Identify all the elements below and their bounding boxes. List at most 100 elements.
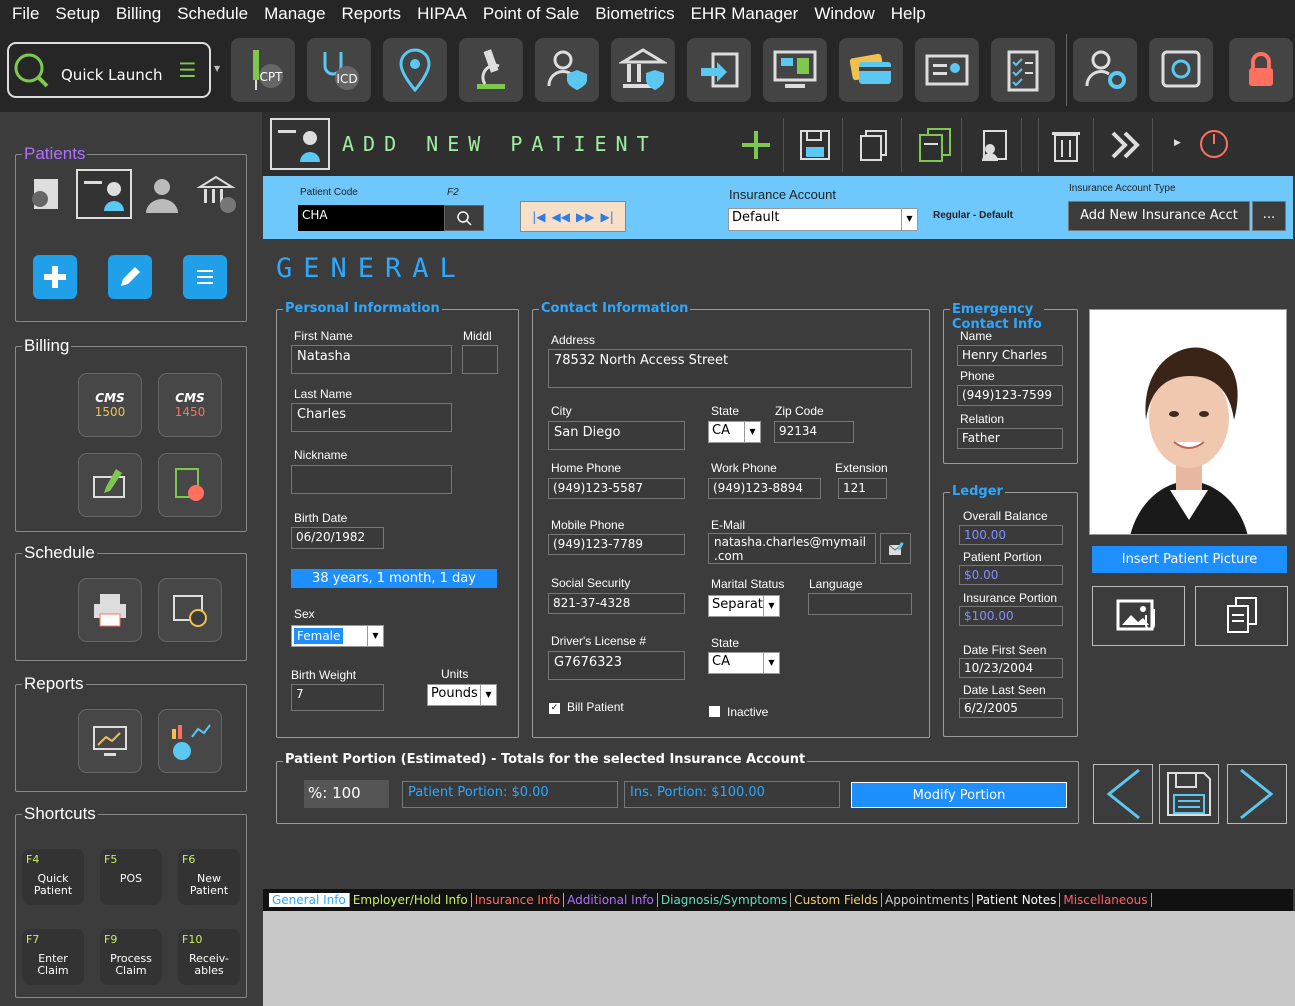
user-security-button[interactable] [535, 38, 599, 102]
city-input[interactable]: San Diego [548, 421, 685, 450]
quick-launch-dropdown-icon[interactable]: ▼ [214, 64, 220, 73]
emergency-name-input[interactable]: Henry Charles [957, 345, 1063, 366]
patient-search-button[interactable] [444, 205, 484, 231]
save-button[interactable] [787, 118, 843, 172]
inactive-checkbox[interactable] [709, 706, 720, 717]
user-settings-button[interactable] [1073, 38, 1137, 102]
menu-file[interactable]: File [8, 4, 43, 24]
patient-list-button[interactable] [183, 255, 227, 299]
tab-insurance-info[interactable]: Insurance Info [472, 893, 565, 907]
shortcut-process-claim[interactable]: F9 Process Claim [100, 929, 162, 985]
marital-status-select[interactable]: Separat ▼ [708, 595, 780, 617]
doctor-icon[interactable] [142, 175, 182, 219]
duplicate-button[interactable] [906, 118, 962, 172]
tab-custom-fields[interactable]: Custom Fields [791, 893, 883, 907]
birth-date-input[interactable]: 06/20/1982 [291, 527, 384, 549]
last-name-input[interactable]: Charles [291, 403, 452, 432]
home-phone-input[interactable]: (949)123-5587 [548, 478, 685, 499]
tab-employer-hold-info[interactable]: Employer/Hold Info [350, 893, 472, 907]
copy-picture-button[interactable] [1195, 586, 1288, 646]
state-select[interactable]: CA ▼ [708, 421, 761, 443]
bill-patient-checkbox[interactable]: ✓ [549, 703, 560, 714]
menu-ehr-manager[interactable]: EHR Manager [687, 4, 803, 24]
credit-cards-button[interactable] [839, 38, 903, 102]
relation-input[interactable]: Father [957, 428, 1063, 449]
email-input[interactable]: natasha.charles@mymail .com [708, 533, 876, 564]
social-security-input[interactable]: 821-37-4328 [548, 593, 685, 614]
icd-button[interactable]: ICD [307, 38, 371, 102]
more-options-button[interactable]: ... [1252, 201, 1286, 231]
tab-additional-info[interactable]: Additional Info [564, 893, 658, 907]
insert-picture-button[interactable]: Insert Patient Picture [1092, 546, 1287, 573]
lab-button[interactable] [459, 38, 523, 102]
tab-patient-notes[interactable]: Patient Notes [973, 893, 1061, 907]
menu-biometrics[interactable]: Biometrics [591, 4, 678, 24]
previous-button[interactable] [1093, 764, 1153, 824]
shortcut-new-patient[interactable]: F6 New Patient [178, 849, 240, 905]
language-input[interactable] [808, 593, 912, 615]
zip-input[interactable]: 92134 [774, 421, 854, 443]
previous-record-icon[interactable]: ◀◀ [552, 210, 570, 224]
power-button[interactable] [1196, 126, 1232, 166]
appointment-button[interactable] [158, 578, 222, 642]
menu-help[interactable]: Help [887, 4, 930, 24]
modify-portion-button[interactable]: Modify Portion [851, 782, 1067, 808]
shortcut-pos[interactable]: F5 POS [100, 849, 162, 905]
units-select[interactable]: Pounds ▼ [427, 684, 497, 706]
address-input[interactable]: 78532 North Access Street [548, 349, 912, 388]
add-button[interactable] [728, 118, 784, 172]
next-button[interactable] [1097, 118, 1153, 172]
import-button[interactable] [687, 38, 751, 102]
safe-button[interactable] [1149, 38, 1213, 102]
add-insurance-button[interactable]: Add New Insurance Acct [1068, 201, 1250, 231]
delete-button[interactable] [1038, 118, 1094, 172]
billing-settings-button[interactable] [158, 453, 222, 517]
cpt-button[interactable]: CPT [231, 38, 295, 102]
drivers-license-input[interactable]: G7676323 [548, 651, 685, 680]
tab-general-info[interactable]: General Info [269, 893, 350, 907]
monitor-button[interactable] [763, 38, 827, 102]
menu-point-of-sale[interactable]: Point of Sale [479, 4, 583, 24]
charts-report-button[interactable] [158, 709, 222, 773]
attach-image-button[interactable] [1092, 586, 1185, 646]
patient-card-icon[interactable] [76, 169, 132, 219]
copy-button[interactable] [846, 118, 902, 172]
last-record-icon[interactable]: ▶| [600, 210, 613, 224]
work-phone-input[interactable]: (949)123-8894 [708, 478, 821, 499]
menu-window[interactable]: Window [810, 4, 878, 24]
bank-billing-icon[interactable] [196, 173, 240, 221]
patient-document-icon[interactable] [26, 175, 66, 219]
lock-button[interactable] [1229, 38, 1293, 102]
nickname-input[interactable] [291, 465, 452, 494]
middle-name-input[interactable] [462, 345, 498, 374]
shortcut-receivables[interactable]: F10 Receiv-ables [178, 929, 240, 985]
birth-weight-input[interactable]: 7 [291, 684, 384, 711]
shortcut-enter-claim[interactable]: F7 Enter Claim [22, 929, 84, 985]
check-button[interactable] [78, 453, 142, 517]
sex-select[interactable]: Female ▼ [291, 625, 384, 647]
menu-setup[interactable]: Setup [51, 4, 103, 24]
cms1450-button[interactable]: CMS 1450 [158, 373, 222, 437]
first-name-input[interactable]: Natasha [291, 345, 452, 374]
mobile-phone-input[interactable]: (949)123-7789 [548, 534, 685, 555]
quick-launch-button[interactable]: Quick Launch ☰ [7, 42, 211, 98]
tab-miscellaneous[interactable]: Miscellaneous [1060, 893, 1152, 907]
dashboard-report-button[interactable] [78, 709, 142, 773]
menu-billing[interactable]: Billing [112, 4, 165, 24]
license-state-select[interactable]: CA ▼ [708, 652, 780, 674]
extension-input[interactable]: 121 [838, 478, 887, 499]
add-patient-button[interactable] [33, 255, 77, 299]
insurance-account-select[interactable]: Default ▼ [728, 208, 918, 231]
next-record-button[interactable] [1227, 764, 1287, 824]
patient-code-input[interactable]: CHA [298, 205, 444, 231]
checklist-button[interactable] [991, 38, 1055, 102]
bank-button[interactable] [611, 38, 675, 102]
next-record-icon[interactable]: ▶▶ [576, 210, 594, 224]
menu-hipaa[interactable]: HIPAA [413, 4, 471, 24]
cms1500-button[interactable]: CMS 1500 [78, 373, 142, 437]
patient-document-button[interactable] [966, 118, 1022, 172]
dropdown-arrow-icon[interactable]: ▶ [1174, 138, 1181, 148]
email-compose-button[interactable] [880, 533, 911, 564]
provider-card-button[interactable] [915, 38, 979, 102]
edit-patient-button[interactable] [108, 255, 152, 299]
